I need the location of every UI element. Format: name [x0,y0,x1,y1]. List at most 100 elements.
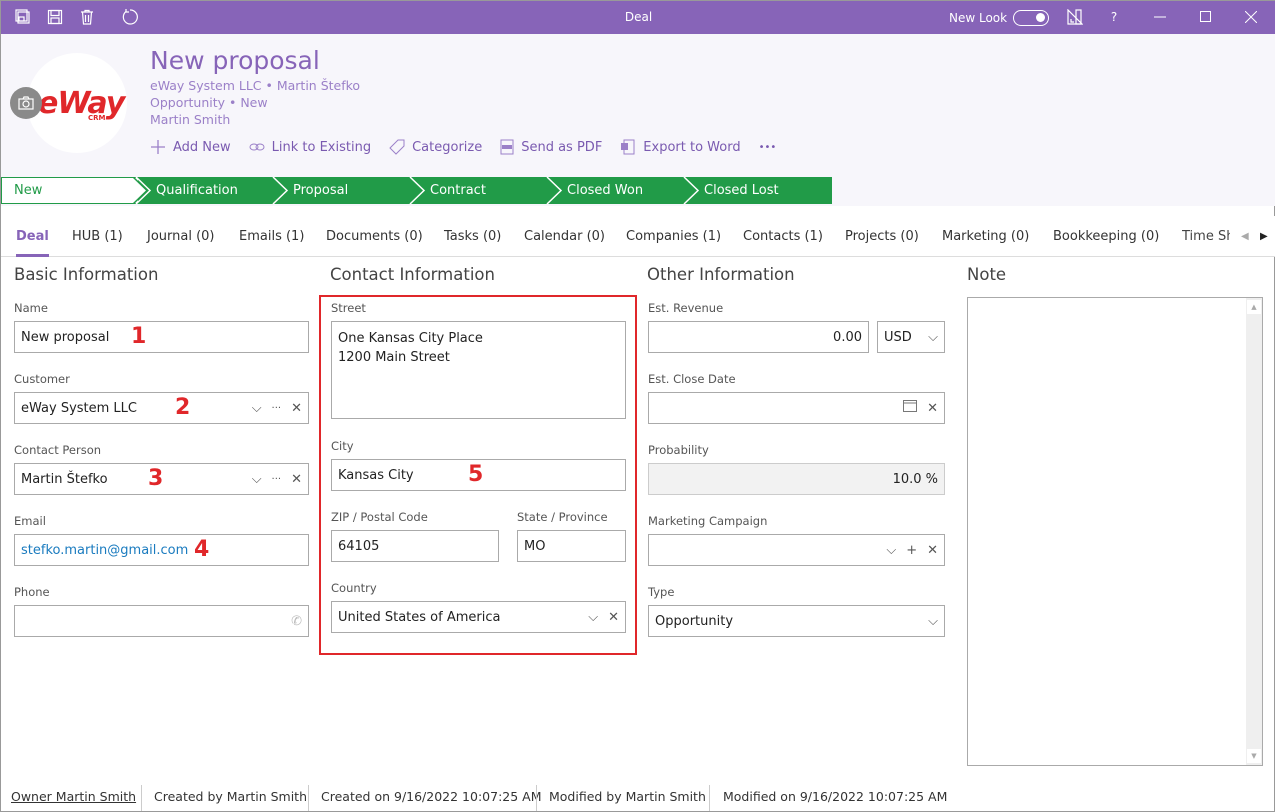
annotation-5: 5 [468,462,484,487]
more-icon[interactable]: ··· [272,403,282,414]
zip-label: ZIP / Postal Code [331,510,428,524]
send-as-pdf-label: Send as PDF [521,139,603,155]
tab-contacts[interactable]: Contacts (1) [743,229,823,244]
camera-icon[interactable] [10,87,42,119]
type-select[interactable]: Opportunity ⌵ [648,605,945,637]
country-select[interactable]: United States of America ⌵ ✕ [331,601,626,633]
pipeline-chevrons [132,177,700,204]
tab-journal[interactable]: Journal (0) [147,229,215,244]
more-actions-button[interactable]: ••• [759,139,777,155]
logo-sub: CRM [88,114,106,122]
scroll-up-icon[interactable]: ▲ [1247,300,1261,314]
chevron-down-icon[interactable]: ⌵ [252,472,262,487]
title-bar: Deal New Look ? [1,1,1275,34]
record-subtitle-owner[interactable]: Martin Smith [150,112,230,127]
revenue-input[interactable]: 0.00 [648,321,869,353]
add-new-label: Add New [173,139,231,155]
name-label: Name [14,301,48,315]
probability-label: Probability [648,443,709,457]
customer-value: eWay System LLC [21,400,137,416]
annotation-4: 4 [194,537,210,562]
maximize-icon[interactable] [1197,8,1215,26]
phone-label: Phone [14,585,50,599]
chevron-down-icon[interactable]: ⌵ [886,543,896,558]
type-label: Type [648,585,675,599]
more-icon[interactable]: ··· [272,474,282,485]
new-look-toggle[interactable] [1013,10,1049,26]
tab-companies[interactable]: Companies (1) [626,229,721,244]
plus-icon[interactable]: + [906,543,917,558]
tab-emails[interactable]: Emails (1) [239,229,304,244]
email-value[interactable]: stefko.martin@gmail.com [21,543,188,558]
clear-icon[interactable]: ✕ [291,401,302,416]
chevron-down-icon[interactable]: ⌵ [928,330,938,345]
chevron-down-icon[interactable]: ⌵ [588,610,598,625]
divider [536,785,537,811]
add-new-button[interactable]: Add New [150,139,231,155]
close-date-input[interactable]: ✕ [648,392,945,424]
link-icon [249,143,265,151]
export-to-word-button[interactable]: Export to Word [620,139,741,155]
zip-input[interactable]: 64105 [331,530,499,562]
categorize-button[interactable]: Categorize [389,139,482,155]
contact-info-title: Contact Information [330,265,495,284]
name-input[interactable]: New proposal [14,321,309,353]
state-input[interactable]: MO [517,530,626,562]
tag-icon [389,139,405,155]
tab-projects[interactable]: Projects (0) [845,229,919,244]
plus-icon [151,140,165,154]
name-value: New proposal [21,329,110,345]
modified-by: Modified by Martin Smith [549,789,706,804]
created-on: Created on 9/16/2022 10:07:25 AM [321,789,542,804]
city-value: Kansas City [338,467,414,483]
link-to-existing-button[interactable]: Link to Existing [249,139,371,155]
tab-hub[interactable]: HUB (1) [72,229,123,244]
clear-icon[interactable]: ✕ [291,472,302,487]
new-look-label: New Look [949,11,1008,25]
minimize-icon[interactable] [1151,8,1169,26]
type-value: Opportunity [655,613,734,629]
chevron-down-icon[interactable]: ⌵ [928,614,938,629]
tab-calendar[interactable]: Calendar (0) [524,229,605,244]
calendar-icon[interactable] [903,400,918,416]
record-subtitle-type: Opportunity • New [150,95,268,110]
status-bar: Owner Martin Smith Created by Martin Smi… [1,785,1275,812]
clear-icon[interactable]: ✕ [927,543,938,558]
clear-icon[interactable]: ✕ [608,610,619,625]
scroll-left-icon[interactable]: ◀ [1241,231,1249,242]
street-textarea[interactable]: One Kansas City Place 1200 Main Street [331,321,626,419]
help-icon[interactable]: ? [1105,8,1123,26]
currency-select[interactable]: USD ⌵ [877,321,945,353]
action-bar: Add New Link to Existing Categorize Send… [150,139,794,155]
note-title: Note [967,265,1007,284]
chevron-down-icon[interactable]: ⌵ [252,401,262,416]
customer-select[interactable]: eWay System LLC ⌵ ··· ✕ [14,392,309,424]
tab-marketing[interactable]: Marketing (0) [942,229,1029,244]
send-as-pdf-button[interactable]: Send as PDF [500,139,602,155]
probability-input: 10.0 % [648,463,945,495]
record-subtitle-company[interactable]: eWay System LLC • Martin Štefko [150,78,360,93]
tab-time-sheets[interactable]: Time Sh [1182,229,1230,244]
zip-value: 64105 [338,538,380,554]
word-icon [621,139,635,155]
tab-deal[interactable]: Deal [16,229,49,257]
export-to-word-label: Export to Word [643,139,741,155]
record-title: New proposal [150,46,320,75]
phone-icon[interactable]: ✆ [291,614,302,629]
close-icon[interactable] [1242,8,1260,26]
email-label: Email [14,514,46,528]
scroll-right-icon[interactable]: ▶ [1260,231,1268,242]
scroll-down-icon[interactable]: ▼ [1247,749,1261,763]
note-scrollbar[interactable]: ▲ ▼ [1246,298,1262,765]
clear-icon[interactable]: ✕ [927,401,938,416]
email-input[interactable]: stefko.martin@gmail.com [14,534,309,566]
link-to-existing-label: Link to Existing [271,139,372,155]
campaign-select[interactable]: ⌵ + ✕ [648,534,945,566]
phone-input[interactable]: ✆ [14,605,309,637]
tab-documents[interactable]: Documents (0) [326,229,423,244]
note-textarea[interactable]: ▲ ▼ [967,297,1263,766]
tab-bookkeeping[interactable]: Bookkeeping (0) [1053,229,1159,244]
owner-link[interactable]: Owner Martin Smith [11,789,136,804]
layout-icon[interactable] [1066,8,1084,26]
tab-tasks[interactable]: Tasks (0) [444,229,501,244]
